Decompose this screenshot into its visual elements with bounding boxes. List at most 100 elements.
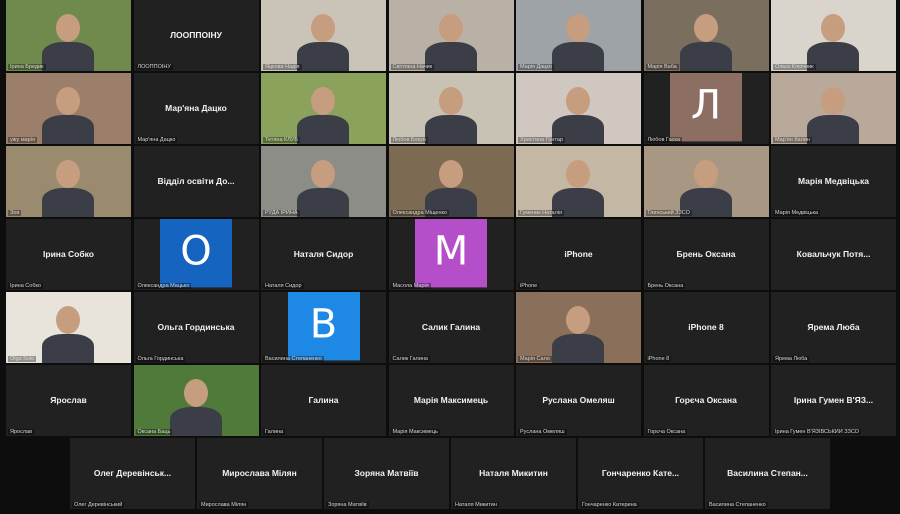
participant-display-name: Марія Максимець — [413, 394, 489, 405]
participant-tile[interactable]: Ірина Гумен В'ЯЗ... Ірина Гумен В'ЯЗІВСЬК… — [771, 365, 896, 436]
participant-face — [311, 160, 335, 188]
participant-tile[interactable]: Олег Деревінськ... Олег Деревінський — [70, 438, 195, 509]
participant-tile[interactable]: Л Любов Гаска — [643, 73, 769, 144]
participant-display-name: Гончаренко Кате... — [601, 467, 680, 478]
participant-name-label: Ярослав — [8, 429, 35, 435]
participant-tile[interactable]: M Масола Марія — [388, 219, 514, 290]
participant-tile[interactable]: Брень Оксана Брень Оксана — [643, 219, 769, 290]
participant-tile[interactable]: Ольга Ключник — [771, 0, 896, 71]
participant-tile[interactable]: Марія Ваба — [643, 0, 769, 71]
participant-display-name: Руслана Омеляш — [542, 394, 615, 405]
participant-tile[interactable]: Марія Дацко — [516, 0, 641, 71]
participant-body — [424, 115, 477, 144]
participant-tile[interactable]: B Василина Степаненко — [261, 292, 386, 363]
participant-tile[interactable]: Руслана Омеляш Руслана Омеляш — [516, 365, 641, 436]
participant-name-label: Христина Гонтар — [518, 137, 566, 143]
participant-name-label: Зоряна Матвіїв — [326, 502, 369, 508]
participant-name-label: Масола Марія — [390, 283, 431, 289]
participant-video — [6, 292, 131, 363]
participant-display-name: Ярема Люба — [807, 321, 860, 332]
participant-tile[interactable]: Марія Сало — [516, 292, 641, 363]
participant-tile[interactable]: Глинський ЗЗСО — [643, 146, 769, 217]
participant-tile[interactable]: Olga Solo — [6, 292, 131, 363]
participant-tile[interactable]: Христина Гонтар — [516, 73, 641, 144]
participant-name-label: Олександра Міщенко — [390, 210, 450, 216]
participant-tile[interactable]: Зоя — [6, 146, 131, 217]
participant-avatar: B — [287, 292, 360, 360]
participant-tile[interactable]: Ковальчук Потя... — [771, 219, 896, 290]
participant-tile[interactable]: Василина Степан... Василина Степаненко — [705, 438, 830, 509]
participant-tile[interactable]: Салик Галина Салик Галина — [388, 292, 514, 363]
participant-video — [516, 292, 641, 363]
participant-tile[interactable]: РУДА ІРИНА — [261, 146, 386, 217]
participant-name-label: Василина Степаненко — [263, 356, 324, 362]
participant-face — [438, 87, 463, 115]
participant-body — [169, 407, 222, 436]
participant-display-name: Мирослава Мілян — [222, 467, 297, 478]
participant-tile[interactable]: Оксана Баць — [133, 365, 259, 436]
participant-tile[interactable]: Гончаренко Кате... Гончаренко Катерина — [578, 438, 703, 509]
participant-name-label: Марія Ваба — [645, 64, 679, 70]
participant-tile[interactable]: Ірина Бредик — [6, 0, 131, 71]
participant-tile[interactable]: ужу марія — [6, 73, 131, 144]
participant-tile[interactable]: Любов Бокун — [388, 73, 514, 144]
participant-tile[interactable]: Наталя Микитин Наталя Микитин — [451, 438, 576, 509]
participant-name-label: Наталя Микитин — [453, 502, 499, 508]
participant-tile[interactable]: Ярослав Ярослав — [6, 365, 131, 436]
participant-tile[interactable]: Наталя Сидор Наталя Сидор — [261, 219, 386, 290]
participant-video — [516, 73, 641, 144]
participant-name-label: Ірина Собко — [8, 283, 43, 289]
participant-tile[interactable]: iPhone iPhone — [516, 219, 641, 290]
participant-video — [516, 146, 641, 217]
participant-tile[interactable]: Ірина Собко Ірина Собко — [6, 219, 131, 290]
participant-display-name: Брень Оксана — [676, 248, 736, 259]
participant-name-label: Мар'ян Калин — [773, 137, 812, 143]
participant-tile[interactable]: iPhone 8 iPhone 8 — [643, 292, 769, 363]
participant-body — [297, 115, 349, 144]
participant-video — [388, 0, 514, 71]
participant-tile[interactable]: Марія Максимець Марія Максимець — [388, 365, 514, 436]
participant-face — [693, 14, 718, 42]
participant-tile[interactable]: Ольга Гординська Ольга Гординська — [133, 292, 259, 363]
participant-tile[interactable]: Марія Медвіцька Марія Медвіцька — [771, 146, 896, 217]
participant-tile[interactable]: Тетяна КЛУБ — [261, 73, 386, 144]
participant-face — [566, 87, 590, 115]
participant-gallery-last-row: Олег Деревінськ... Олег Деревінський Мирос… — [70, 438, 830, 510]
participant-body — [552, 42, 604, 71]
participant-avatar: M — [415, 219, 487, 287]
participant-face — [56, 160, 80, 188]
participant-face — [311, 87, 335, 115]
participant-name-label: Салик Галина — [390, 356, 430, 362]
participant-name-label: Марія Медвіцька — [773, 210, 821, 216]
participant-name-label: Ірина Гумен В'ЯЗІВСЬКИЙ ЗЗСО — [773, 429, 861, 435]
participant-body — [297, 42, 349, 71]
participant-tile[interactable]: ЛООППОІНУ ЛООППОІНУ — [133, 0, 259, 71]
participant-face — [693, 160, 718, 188]
participant-tile[interactable]: O Олександра Мацько — [133, 219, 259, 290]
participant-tile[interactable]: Зоряна Матвіїв Зоряна Матвіїв — [324, 438, 449, 509]
participant-display-name: Ірина Собко — [43, 248, 94, 259]
participant-tile[interactable]: Мирослава Мілян Мирослава Мілян — [197, 438, 322, 509]
participant-tile[interactable]: Відділ освіти До... — [133, 146, 259, 217]
participant-tile[interactable]: Світлана Начик — [388, 0, 514, 71]
participant-video — [516, 0, 641, 71]
participant-tile[interactable]: Ярема Люба Ярема Люба — [771, 292, 896, 363]
participant-tile[interactable]: Мар'яна Дацко Мар'яна Дацко — [133, 73, 259, 144]
participant-tile[interactable]: Горєча Оксана Горєча Оксана — [643, 365, 769, 436]
participant-name-label: Брень Оксана — [645, 283, 686, 289]
participant-tile[interactable]: Галина Галина — [261, 365, 386, 436]
participant-video — [643, 0, 769, 71]
participant-video — [388, 73, 514, 144]
participant-name-label: Ольга Гординська — [135, 356, 186, 362]
participant-tile[interactable]: Мар'ян Калин — [771, 73, 896, 144]
participant-body — [42, 42, 94, 71]
participant-body — [552, 334, 604, 363]
participant-name-label: Любов Гаска — [645, 137, 682, 143]
participant-tile[interactable]: Гуменик Наталія — [516, 146, 641, 217]
participant-avatar: O — [160, 219, 232, 287]
participant-tile[interactable]: Олександра Міщенко — [388, 146, 514, 217]
participant-name-label: Марія Сало — [518, 356, 552, 362]
participant-tile[interactable]: Яцкова Надія — [261, 0, 386, 71]
participant-video — [643, 146, 769, 217]
participant-name-label: Гончаренко Катерина — [580, 502, 639, 508]
